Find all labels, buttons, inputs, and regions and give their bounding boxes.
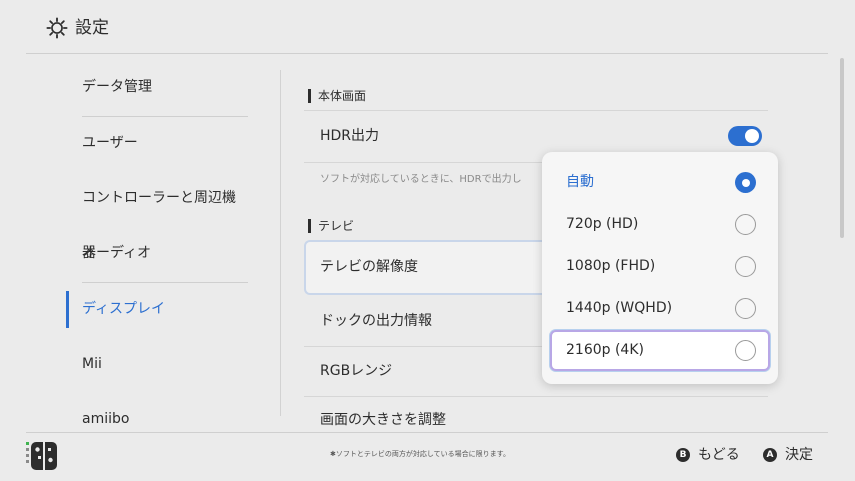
tv-resolution-label: テレビの解像度: [320, 259, 418, 275]
sidebar-item-label: Mii: [82, 356, 102, 372]
sidebar-item-mii[interactable]: Mii: [66, 337, 248, 392]
gear-icon: [46, 17, 68, 39]
a-button-icon: A: [763, 448, 777, 462]
page-title: 設定: [75, 18, 109, 38]
option-1080p[interactable]: 1080p (FHD): [550, 246, 770, 287]
option-label: 720p (HD): [566, 216, 639, 232]
resolution-popup: 自動 720p (HD) 1080p (FHD) 1440p (WQHD) 21…: [542, 152, 778, 384]
option-auto[interactable]: 自動: [550, 162, 770, 203]
column-divider: [280, 70, 281, 416]
sidebar-item-data-management[interactable]: データ管理: [66, 60, 248, 115]
rgb-range-label: RGBレンジ: [320, 363, 393, 379]
header-divider: [26, 53, 828, 54]
radio-selected-icon: [735, 172, 756, 193]
sidebar-item-label: データ管理: [82, 79, 152, 95]
joycon-controller-icon: [26, 442, 57, 470]
section-heading-tv: テレビ: [308, 218, 354, 234]
sidebar-item-label: ユーザー: [82, 135, 138, 151]
section-heading-display: 本体画面: [308, 88, 366, 104]
option-1440p[interactable]: 1440p (WQHD): [550, 288, 770, 329]
b-button-icon: B: [676, 448, 690, 462]
footer-divider: [26, 432, 828, 433]
option-label: 自動: [566, 174, 594, 190]
active-indicator: [66, 291, 69, 328]
sidebar-item-amiibo[interactable]: amiibo: [66, 392, 248, 447]
radio-empty-icon: [735, 256, 756, 277]
sidebar-item-label: オーディオ: [82, 245, 152, 261]
screen-size-label: 画面の大きさを調整: [320, 412, 446, 428]
footer-note: ✱ソフトとテレビの両方が対応している場合に限ります。: [330, 450, 510, 458]
hdr-toggle[interactable]: [728, 126, 762, 146]
dock-output-info-label: ドックの出力情報: [320, 313, 432, 329]
toggle-knob: [745, 129, 759, 143]
radio-empty-icon: [735, 214, 756, 235]
radio-empty-icon: [735, 298, 756, 319]
option-label: 2160p (4K): [566, 342, 644, 358]
screen-size-row[interactable]: 画面の大きさを調整: [304, 398, 768, 430]
sidebar-item-label: ディスプレイ: [82, 301, 166, 317]
option-label: 1080p (FHD): [566, 258, 656, 274]
option-label: 1440p (WQHD): [566, 300, 673, 316]
option-720p[interactable]: 720p (HD): [550, 204, 770, 245]
header: 設定: [0, 0, 855, 54]
back-button[interactable]: もどる: [698, 445, 740, 465]
hdr-description: ソフトが対応しているときに、HDRで出力し: [320, 174, 522, 185]
sidebar-item-users[interactable]: ユーザー: [66, 116, 248, 171]
ok-button[interactable]: 決定: [785, 445, 813, 465]
radio-empty-icon: [735, 340, 756, 361]
scrollbar[interactable]: [840, 58, 844, 238]
hdr-output-label: HDR出力: [320, 128, 380, 144]
sidebar-item-label: amiibo: [82, 411, 130, 427]
sidebar-item-audio[interactable]: オーディオ: [66, 226, 248, 281]
row-divider: [304, 396, 768, 397]
sidebar: データ管理 ユーザー コントローラーと周辺機器 オーディオ ディスプレイ Mii…: [66, 60, 248, 430]
sidebar-item-display[interactable]: ディスプレイ: [66, 282, 248, 337]
option-2160p[interactable]: 2160p (4K): [550, 330, 770, 371]
sidebar-item-controllers[interactable]: コントローラーと周辺機器: [66, 171, 248, 261]
